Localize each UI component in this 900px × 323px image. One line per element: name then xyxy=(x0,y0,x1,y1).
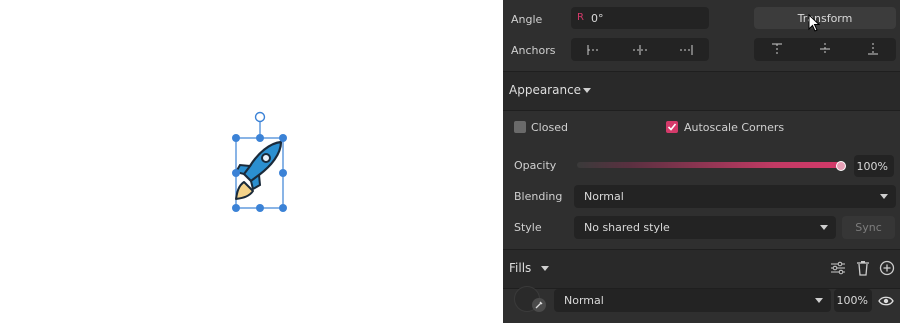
blending-value: Normal xyxy=(584,190,624,203)
opacity-slider[interactable] xyxy=(577,162,841,168)
closed-label: Closed xyxy=(531,121,568,134)
chevron-down-icon xyxy=(880,194,888,199)
appearance-header[interactable]: Appearance xyxy=(503,71,900,111)
rotation-prefix: R xyxy=(577,12,584,23)
eye-icon[interactable] xyxy=(878,295,894,307)
anchors-label: Anchors xyxy=(511,44,556,57)
vertical-anchors xyxy=(754,38,896,61)
add-fill-icon[interactable] xyxy=(879,260,895,276)
angle-label: Angle xyxy=(511,13,543,26)
canvas[interactable] xyxy=(0,0,503,323)
fills-chevron-icon[interactable] xyxy=(541,266,549,271)
anchor-left-icon[interactable] xyxy=(586,44,602,56)
fills-title: Fills xyxy=(509,261,532,275)
blending-dropdown[interactable]: Normal xyxy=(574,185,896,208)
appearance-title: Appearance xyxy=(509,83,582,97)
chevron-down-icon xyxy=(820,225,828,230)
angle-field[interactable]: R 0° xyxy=(571,7,709,29)
transform-button[interactable]: Transform xyxy=(754,7,896,29)
anchor-top-icon[interactable] xyxy=(771,42,783,56)
fill-blend-dropdown[interactable]: Normal xyxy=(554,289,831,312)
eyedropper-icon[interactable] xyxy=(532,298,546,312)
blending-label: Blending xyxy=(514,190,563,203)
horizontal-anchors xyxy=(571,38,709,61)
chevron-down-icon xyxy=(815,298,823,303)
style-dropdown[interactable]: No shared style xyxy=(574,216,836,239)
anchor-center-icon[interactable] xyxy=(632,44,648,56)
appearance-chevron-icon[interactable] xyxy=(583,88,591,93)
autoscale-corners-checkbox[interactable] xyxy=(666,121,678,133)
style-value: No shared style xyxy=(584,221,670,234)
selected-rocket-shape[interactable] xyxy=(0,0,503,323)
fill-opacity-value: 100% xyxy=(836,294,868,307)
anchor-right-icon[interactable] xyxy=(678,44,694,56)
anchor-bottom-icon[interactable] xyxy=(867,42,879,56)
opacity-label: Opacity xyxy=(514,159,557,172)
fills-header[interactable]: Fills xyxy=(503,249,900,289)
inspector-panel: Angle R 0° Transform Anchors Appearance … xyxy=(503,0,900,323)
angle-value: 0° xyxy=(591,12,604,25)
sync-button[interactable]: Sync xyxy=(842,216,895,239)
fill-blend-value: Normal xyxy=(564,294,604,307)
trash-icon[interactable] xyxy=(856,260,870,276)
fill-options-icon[interactable] xyxy=(830,260,846,276)
opacity-slider-handle[interactable] xyxy=(836,161,846,171)
opacity-field[interactable]: 100% xyxy=(854,155,894,177)
closed-checkbox[interactable] xyxy=(514,121,526,133)
anchor-middle-icon[interactable] xyxy=(819,42,831,56)
checkmark-icon xyxy=(667,123,677,131)
fill-opacity-field[interactable]: 100% xyxy=(834,289,872,312)
style-label: Style xyxy=(514,221,542,234)
autoscale-corners-label: Autoscale Corners xyxy=(684,121,785,134)
rocket-icon xyxy=(234,140,283,200)
opacity-value: 100% xyxy=(856,160,888,173)
mouse-cursor-icon xyxy=(808,14,821,32)
